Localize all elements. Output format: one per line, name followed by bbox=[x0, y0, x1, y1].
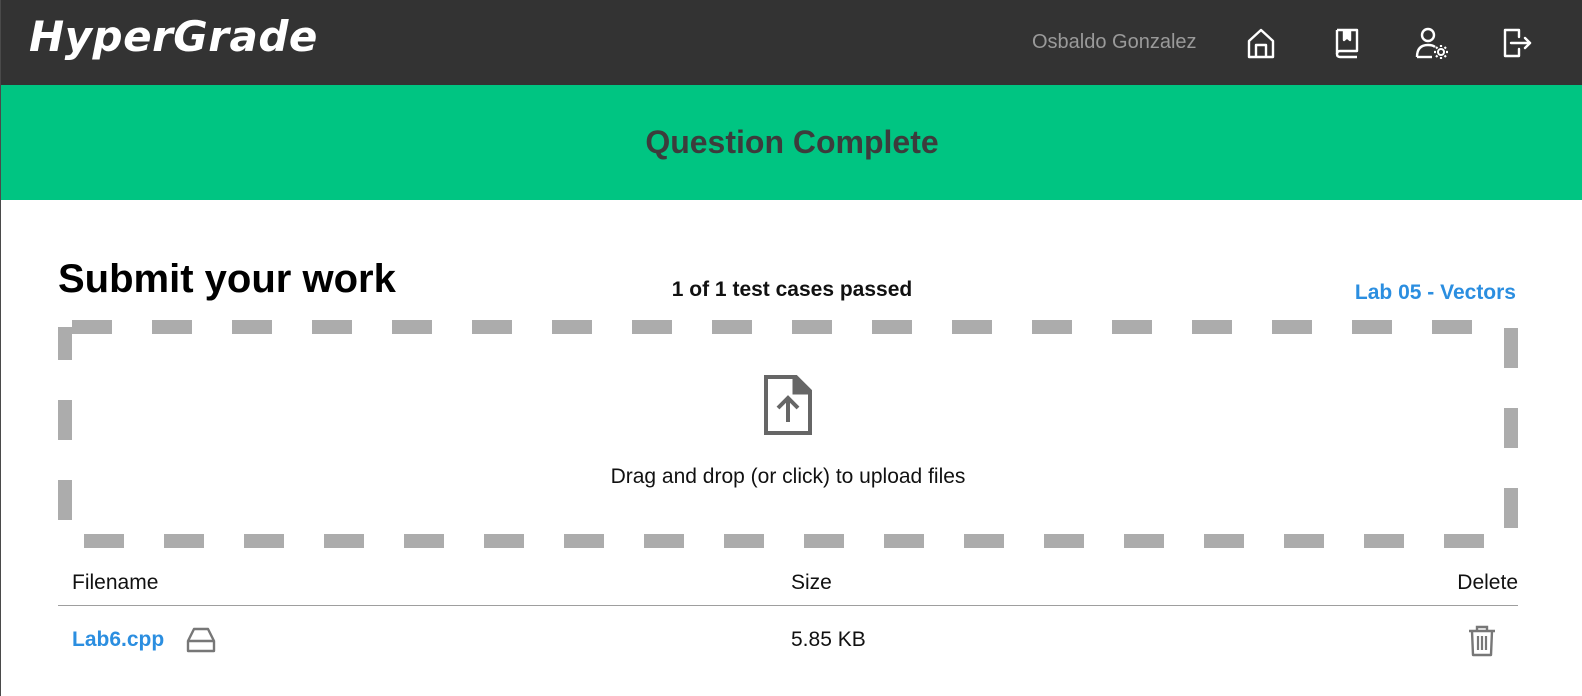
column-delete: Delete bbox=[1457, 571, 1518, 594]
files-table-header: Filename Size Delete bbox=[58, 570, 1518, 606]
lab-link[interactable]: Lab 05 - Vectors bbox=[1355, 281, 1516, 305]
table-row: Lab6.cpp 5.85 KB bbox=[58, 617, 1518, 667]
book-icon[interactable] bbox=[1328, 24, 1366, 62]
page-title: Submit your work bbox=[58, 257, 396, 301]
file-dropzone[interactable]: Drag and drop (or click) to upload files bbox=[58, 320, 1518, 548]
user-name: Osbaldo Gonzalez bbox=[1032, 31, 1197, 53]
home-icon[interactable] bbox=[1242, 24, 1280, 62]
banner-text: Question Complete bbox=[645, 124, 939, 160]
file-link[interactable]: Lab6.cpp bbox=[72, 628, 164, 652]
trash-icon[interactable] bbox=[1467, 625, 1497, 657]
file-size: 5.85 KB bbox=[791, 628, 866, 651]
status-banner: Question Complete bbox=[1, 85, 1582, 200]
column-size: Size bbox=[791, 571, 832, 594]
drive-icon[interactable] bbox=[186, 626, 216, 654]
top-navbar: HyperGrade Osbaldo Gonzalez bbox=[1, 0, 1582, 85]
logout-icon[interactable] bbox=[1498, 24, 1536, 62]
dropzone-text: Drag and drop (or click) to upload files bbox=[610, 465, 966, 488]
column-filename: Filename bbox=[72, 571, 159, 594]
file-upload-icon bbox=[764, 375, 812, 435]
user-settings-icon[interactable] bbox=[1413, 24, 1451, 62]
app-logo[interactable]: HyperGrade bbox=[29, 12, 318, 61]
